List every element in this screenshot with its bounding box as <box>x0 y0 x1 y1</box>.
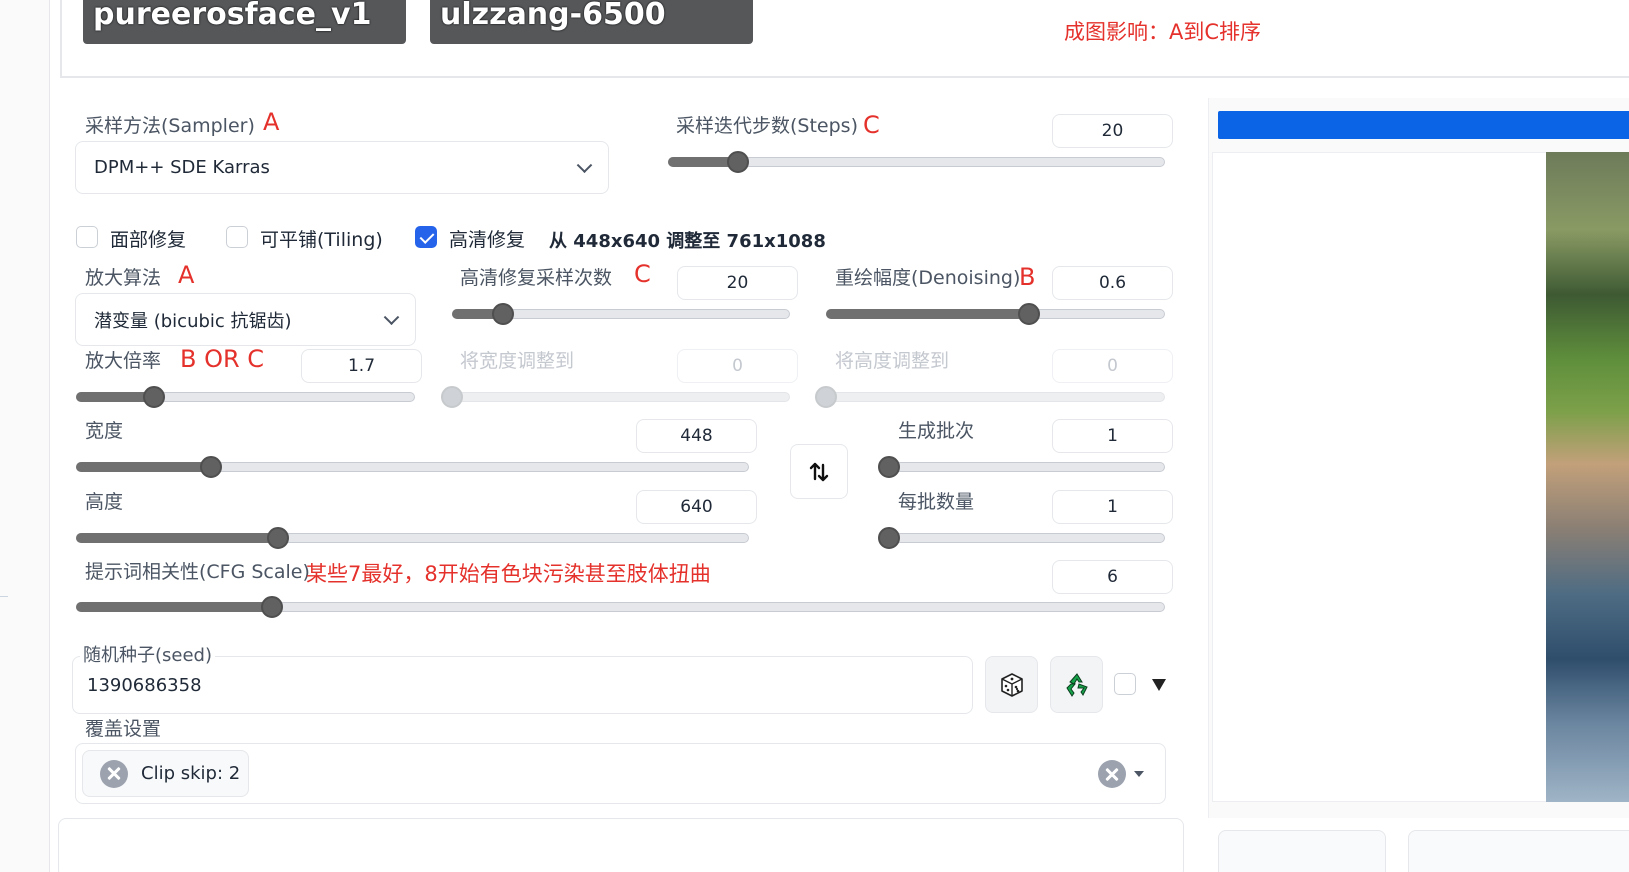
batch-count-input[interactable]: 1 <box>1052 419 1173 453</box>
hires-steps-annotation: C <box>634 260 651 288</box>
chevron-down-icon <box>576 156 593 173</box>
recycle-icon <box>1065 672 1088 697</box>
tiling-label: 可平铺(Tiling) <box>260 229 383 251</box>
swap-dimensions-button[interactable] <box>790 444 848 499</box>
extra-seed-checkbox[interactable] <box>1114 673 1136 695</box>
left-edge-divider <box>0 596 8 597</box>
remove-tag-icon[interactable] <box>100 759 128 788</box>
cfg-slider-thumb[interactable] <box>261 596 284 618</box>
hires-steps-label: 高清修复采样次数 <box>460 267 613 289</box>
output-action-button-1[interactable] <box>1218 830 1386 872</box>
output-image[interactable] <box>1546 152 1629 802</box>
cfg-slider[interactable] <box>76 596 1165 618</box>
left-edge-panel <box>0 0 50 872</box>
override-tag-label: Clip skip: 2 <box>141 763 241 784</box>
denoise-slider[interactable] <box>826 303 1165 325</box>
model-chip-2[interactable]: ulzzang-6500 <box>430 0 753 44</box>
hires-steps-slider[interactable] <box>452 303 790 325</box>
chevron-down-icon <box>383 308 400 325</box>
face-restore-label: 面部修复 <box>110 229 187 251</box>
width-slider[interactable] <box>76 456 749 478</box>
hires-checkbox[interactable] <box>415 226 437 248</box>
denoise-annotation: B <box>1019 263 1036 291</box>
override-label: 覆盖设置 <box>85 718 162 740</box>
cfg-input[interactable]: 6 <box>1052 560 1173 594</box>
upscale-by-slider[interactable] <box>76 386 415 408</box>
batch-size-input[interactable]: 1 <box>1052 490 1173 524</box>
steps-slider[interactable] <box>668 151 1165 173</box>
triangle-down-icon[interactable] <box>1152 679 1166 691</box>
hires-label: 高清修复 <box>449 229 526 251</box>
denoise-label: 重绘幅度(Denoising) <box>835 267 1021 289</box>
steps-input[interactable]: 20 <box>1052 114 1173 148</box>
upscale-by-slider-thumb[interactable] <box>142 386 165 408</box>
batch-size-slider-thumb[interactable] <box>878 527 900 549</box>
denoise-input[interactable]: 0.6 <box>1052 266 1173 300</box>
height-slider[interactable] <box>76 527 749 549</box>
output-action-button-2[interactable] <box>1408 830 1629 872</box>
upscaler-label: 放大算法 <box>85 267 162 289</box>
resize-height-slider-thumb[interactable] <box>815 386 837 408</box>
seed-label: 随机种子(seed) <box>80 641 215 667</box>
dice-icon <box>1000 672 1023 697</box>
steps-slider-thumb[interactable] <box>726 151 749 173</box>
height-input[interactable]: 640 <box>636 490 757 524</box>
upscaler-value: 潜变量 (bicubic 抗锯齿) <box>94 310 292 332</box>
upscale-by-input[interactable]: 1.7 <box>301 349 422 383</box>
random-seed-button[interactable] <box>985 656 1038 713</box>
model-note: 成图影响：A到C排序 <box>1064 20 1262 44</box>
sampler-annotation: A <box>263 108 280 136</box>
hires-resolution-info: 从 448x640 调整至 761x1088 <box>549 231 826 252</box>
batch-size-label: 每批数量 <box>898 491 975 513</box>
sampler-label: 采样方法(Sampler) <box>85 115 255 137</box>
width-label: 宽度 <box>85 420 124 442</box>
sampler-dropdown[interactable]: DPM++ SDE Karras <box>75 141 609 194</box>
resize-width-input[interactable]: 0 <box>677 349 798 383</box>
next-section-box <box>58 818 1184 872</box>
resize-width-label: 将宽度调整到 <box>460 350 575 372</box>
upscale-by-annotation: B OR C <box>180 345 265 373</box>
batch-count-slider[interactable] <box>878 456 1165 478</box>
resize-width-slider-thumb[interactable] <box>441 386 463 408</box>
caret-down-icon[interactable] <box>1134 771 1144 777</box>
width-input[interactable]: 448 <box>636 419 757 453</box>
batch-count-label: 生成批次 <box>898 420 975 442</box>
batch-size-slider[interactable] <box>878 527 1165 549</box>
tiling-checkbox[interactable] <box>226 226 248 248</box>
hires-steps-slider-thumb[interactable] <box>491 303 514 325</box>
cfg-label: 提示词相关性(CFG Scale) <box>85 561 310 583</box>
upscale-by-label: 放大倍率 <box>85 350 162 372</box>
steps-label: 采样迭代步数(Steps) <box>676 115 858 137</box>
swap-vertical-icon <box>809 462 829 481</box>
upscaler-dropdown[interactable]: 潜变量 (bicubic 抗锯齿) <box>75 293 416 346</box>
cfg-annotation: 某些7最好，8开始有色块污染甚至肢体扭曲 <box>306 562 711 586</box>
height-slider-thumb[interactable] <box>266 527 289 549</box>
sampler-value: DPM++ SDE Karras <box>94 157 270 178</box>
resize-height-label: 将高度调整到 <box>835 350 950 372</box>
upscaler-annotation: A <box>178 261 195 289</box>
resize-width-slider[interactable] <box>441 386 790 408</box>
clear-all-icon[interactable] <box>1098 760 1126 788</box>
face-restore-checkbox[interactable] <box>76 226 98 248</box>
batch-count-slider-thumb[interactable] <box>878 456 900 478</box>
override-tag[interactable]: Clip skip: 2 <box>82 750 249 797</box>
width-slider-thumb[interactable] <box>199 456 222 478</box>
resize-height-input[interactable]: 0 <box>1052 349 1173 383</box>
hires-steps-input[interactable]: 20 <box>677 266 798 300</box>
height-label: 高度 <box>85 491 124 513</box>
progress-bar <box>1218 111 1629 139</box>
resize-height-slider[interactable] <box>815 386 1165 408</box>
denoise-slider-thumb[interactable] <box>1018 303 1041 325</box>
model-chip-1[interactable]: pureerosface_v1 <box>83 0 406 44</box>
reuse-seed-button[interactable] <box>1050 656 1103 713</box>
steps-annotation: C <box>863 111 880 139</box>
